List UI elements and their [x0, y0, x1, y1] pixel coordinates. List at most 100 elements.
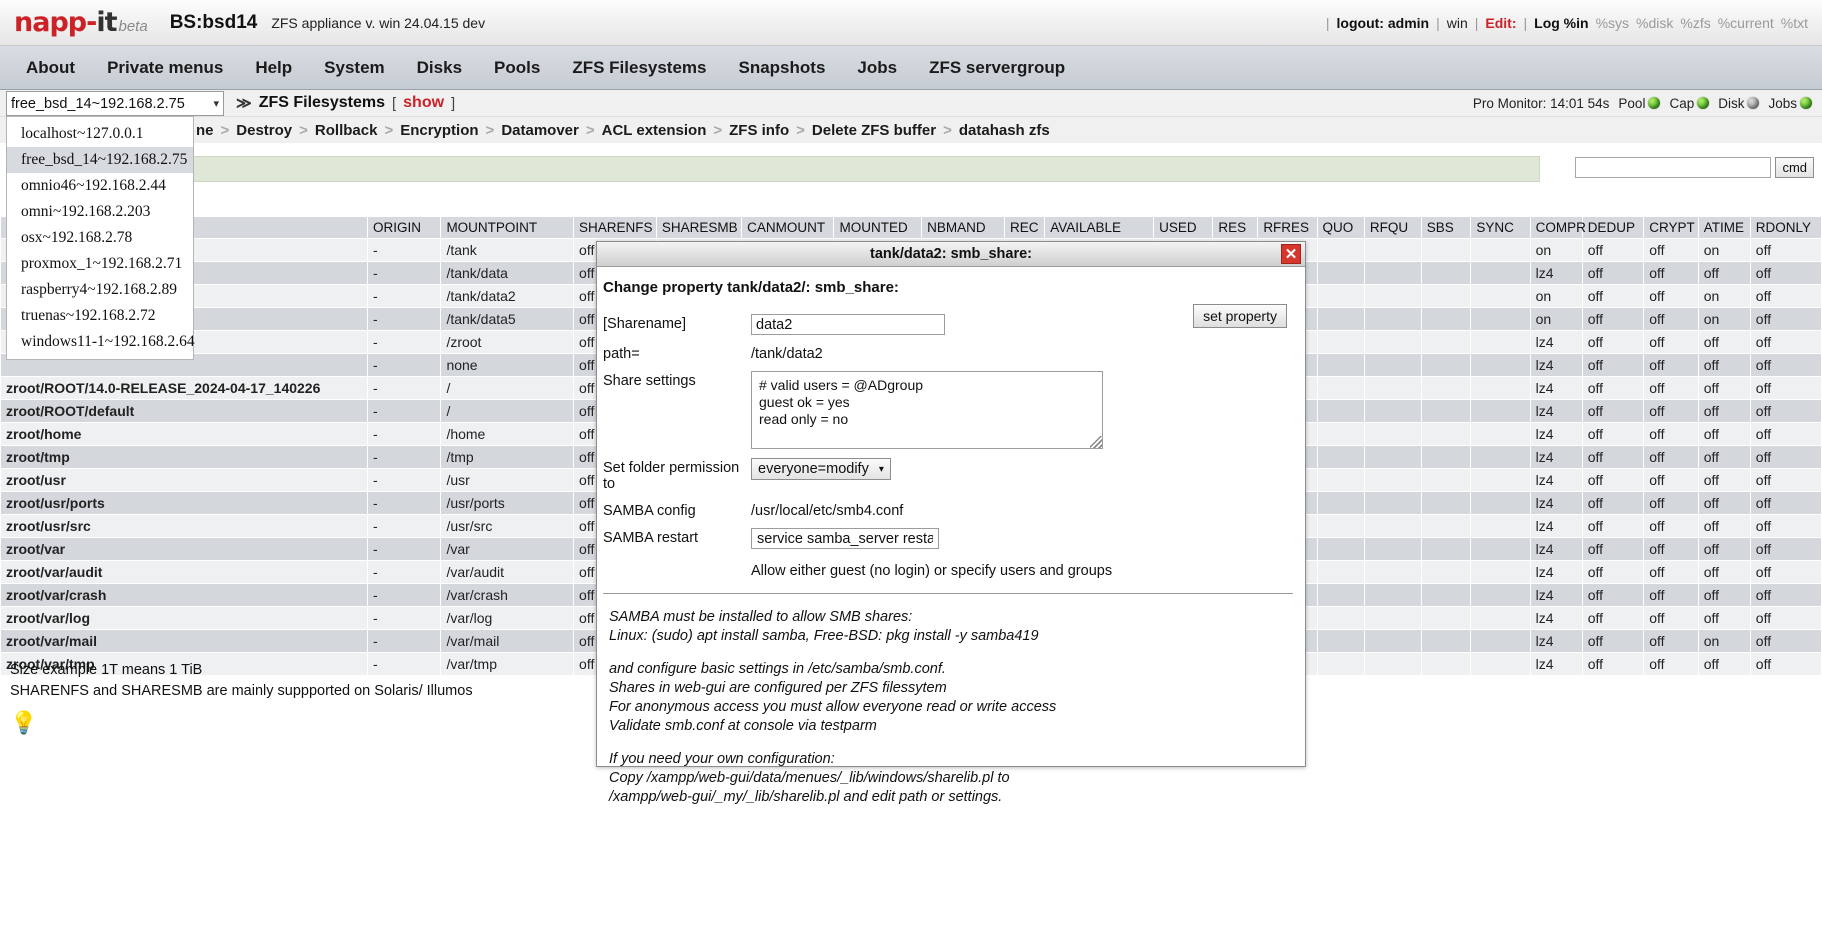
cell-rfqu[interactable] — [1363, 583, 1422, 607]
host-select[interactable]: free_bsd_14~192.168.2.75 ▾ — [6, 91, 224, 116]
host-option-7[interactable]: truenas~192.168.2.72 — [7, 303, 193, 329]
cell-sync[interactable] — [1470, 652, 1531, 676]
column-header-atime[interactable]: ATIME — [1697, 216, 1751, 239]
breadcrumb-item-zfs-info[interactable]: ZFS info — [729, 122, 789, 139]
cell-sbs[interactable] — [1420, 468, 1472, 492]
cell-compr[interactable]: lz4 — [1529, 606, 1583, 630]
cell-origin[interactable]: - — [367, 514, 442, 538]
cell-mountpoint[interactable]: /var/log — [440, 606, 575, 630]
column-header-crypt[interactable]: CRYPT — [1643, 216, 1699, 239]
nav-item-zfs-filesystems[interactable]: ZFS Filesystems — [560, 54, 718, 82]
cell-dedup[interactable]: off — [1581, 606, 1645, 630]
column-header-rfres[interactable]: RFRES — [1257, 216, 1318, 239]
column-header-quo[interactable]: QUO — [1316, 216, 1365, 239]
cell-rdonly[interactable]: off — [1749, 652, 1822, 676]
cell-crypt[interactable]: off — [1643, 330, 1699, 354]
cell-rfqu[interactable] — [1363, 353, 1422, 377]
cell-crypt[interactable]: off — [1643, 583, 1699, 607]
cell-origin[interactable]: - — [367, 629, 442, 653]
cell-quo[interactable] — [1316, 514, 1365, 538]
cell-quo[interactable] — [1316, 652, 1365, 676]
cell-sync[interactable] — [1470, 606, 1531, 630]
nav-item-zfs-servergroup[interactable]: ZFS servergroup — [917, 54, 1077, 82]
cell-dedup[interactable]: off — [1581, 652, 1645, 676]
cell-rdonly[interactable]: off — [1749, 353, 1822, 377]
cell-quo[interactable] — [1316, 491, 1365, 515]
cell-dedup[interactable]: off — [1581, 537, 1645, 561]
header-link-5[interactable]: Edit: — [1485, 15, 1516, 31]
cell-dedup[interactable]: off — [1581, 491, 1645, 515]
cell-mountpoint[interactable]: none — [440, 353, 575, 377]
cell-sync[interactable] — [1470, 445, 1531, 469]
cell-sbs[interactable] — [1420, 560, 1472, 584]
cell-origin[interactable]: - — [367, 468, 442, 492]
cell-origin[interactable]: - — [367, 445, 442, 469]
header-link-8[interactable]: %sys — [1596, 15, 1629, 31]
cell-rfqu[interactable] — [1363, 238, 1422, 262]
cell-sync[interactable] — [1470, 399, 1531, 423]
cell-mountpoint[interactable]: /var/crash — [440, 583, 575, 607]
cell-crypt[interactable]: off — [1643, 307, 1699, 331]
cell-quo[interactable] — [1316, 261, 1365, 285]
cell-rdonly[interactable]: off — [1749, 284, 1822, 308]
cell-dedup[interactable]: off — [1581, 422, 1645, 446]
cell-atime[interactable]: off — [1697, 376, 1751, 400]
cell-atime[interactable]: on — [1697, 238, 1751, 262]
cell-crypt[interactable]: off — [1643, 284, 1699, 308]
nav-item-pools[interactable]: Pools — [482, 54, 552, 82]
cell-dedup[interactable]: off — [1581, 399, 1645, 423]
cell-compr[interactable]: lz4 — [1529, 399, 1583, 423]
cell-quo[interactable] — [1316, 629, 1365, 653]
breadcrumb-item-delete-zfs-buffer[interactable]: Delete ZFS buffer — [812, 122, 936, 139]
host-select-dropdown[interactable]: localhost~127.0.0.1 free_bsd_14~192.168.2… — [6, 116, 195, 360]
cell-crypt[interactable]: off — [1643, 238, 1699, 262]
cell-atime[interactable]: on — [1697, 307, 1751, 331]
cell-filesystem-name[interactable]: zroot/usr/ports — [0, 491, 369, 515]
cell-crypt[interactable]: off — [1643, 629, 1699, 653]
cell-rdonly[interactable]: off — [1749, 629, 1822, 653]
cell-rdonly[interactable]: off — [1749, 537, 1822, 561]
cell-rdonly[interactable]: off — [1749, 606, 1822, 630]
cell-mountpoint[interactable]: /tank/data — [440, 261, 575, 285]
cell-origin[interactable]: - — [367, 583, 442, 607]
cell-crypt[interactable]: off — [1643, 399, 1699, 423]
cell-crypt[interactable]: off — [1643, 261, 1699, 285]
host-option-1[interactable]: free_bsd_14~192.168.2.75 — [7, 147, 193, 173]
cell-rfqu[interactable] — [1363, 445, 1422, 469]
cell-filesystem-name[interactable]: zroot/var/crash — [0, 583, 369, 607]
cell-mountpoint[interactable]: /tmp — [440, 445, 575, 469]
cell-atime[interactable]: off — [1697, 537, 1751, 561]
cell-filesystem-name[interactable]: zroot/var/audit — [0, 560, 369, 584]
header-link-10[interactable]: %zfs — [1680, 15, 1710, 31]
sharesettings-textarea[interactable]: # valid users = @ADgroup guest ok = yes … — [751, 371, 1103, 449]
cell-atime[interactable]: off — [1697, 560, 1751, 584]
samba-restart-input[interactable] — [751, 528, 939, 549]
cell-quo[interactable] — [1316, 606, 1365, 630]
cell-compr[interactable]: lz4 — [1529, 376, 1583, 400]
cell-sync[interactable] — [1470, 468, 1531, 492]
cell-dedup[interactable]: off — [1581, 629, 1645, 653]
cell-origin[interactable]: - — [367, 284, 442, 308]
cell-sync[interactable] — [1470, 514, 1531, 538]
cell-filesystem-name[interactable]: zroot/var — [0, 537, 369, 561]
cell-origin[interactable]: - — [367, 606, 442, 630]
cell-rfqu[interactable] — [1363, 560, 1422, 584]
cell-atime[interactable]: on — [1697, 284, 1751, 308]
nav-item-disks[interactable]: Disks — [405, 54, 474, 82]
cell-dedup[interactable]: off — [1581, 330, 1645, 354]
cell-filesystem-name[interactable]: zroot/home — [0, 422, 369, 446]
column-header-sync[interactable]: SYNC — [1470, 216, 1531, 239]
cell-compr[interactable]: lz4 — [1529, 652, 1583, 676]
cell-rdonly[interactable]: off — [1749, 468, 1822, 492]
cell-compr[interactable]: on — [1529, 238, 1583, 262]
host-option-8[interactable]: windows11-1~192.168.2.64 — [7, 329, 195, 355]
cell-origin[interactable]: - — [367, 353, 442, 377]
cell-atime[interactable]: off — [1697, 445, 1751, 469]
cell-sync[interactable] — [1470, 238, 1531, 262]
cell-compr[interactable]: lz4 — [1529, 560, 1583, 584]
cell-filesystem-name[interactable]: zroot/usr — [0, 468, 369, 492]
pro-monitor-disk[interactable]: Disk — [1718, 96, 1760, 111]
column-header-res[interactable]: RES — [1212, 216, 1259, 239]
breadcrumb-item-acl-extension[interactable]: ACL extension — [602, 122, 707, 139]
cell-dedup[interactable]: off — [1581, 238, 1645, 262]
